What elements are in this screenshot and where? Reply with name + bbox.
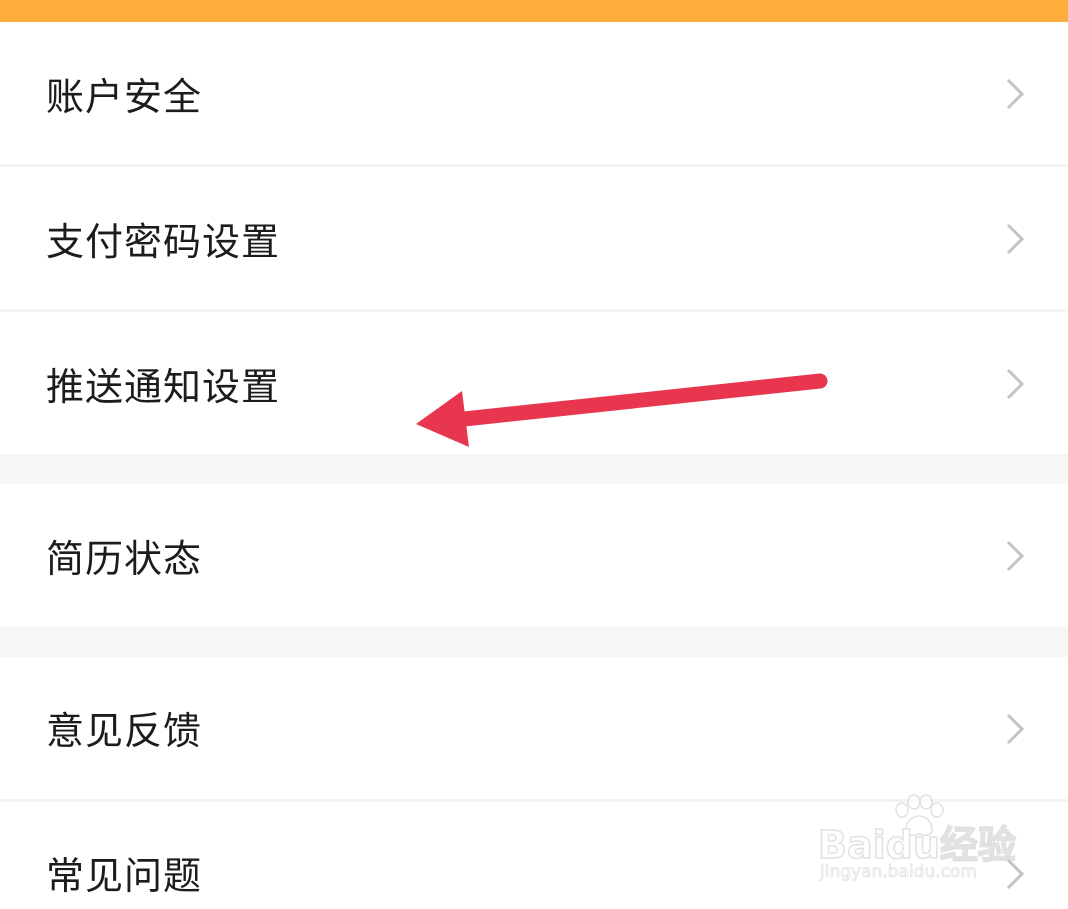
chevron-right-icon xyxy=(1006,223,1025,255)
chevron-right-icon xyxy=(1006,713,1025,745)
watermark-url: jingyan.baidu.com xyxy=(820,862,978,883)
menu-item-label: 常见问题 xyxy=(46,854,203,898)
menu-item-push-notifications[interactable]: 推送通知设置 xyxy=(0,312,1068,454)
section-gap xyxy=(0,454,1068,484)
top-bar xyxy=(0,0,1068,22)
menu-item-feedback[interactable]: 意见反馈 xyxy=(0,657,1068,799)
menu-item-label: 推送通知设置 xyxy=(46,365,281,409)
menu-item-resume-status[interactable]: 简历状态 xyxy=(0,484,1068,627)
chevron-right-icon xyxy=(1006,540,1025,572)
watermark-brand: Baidu经验 xyxy=(817,822,1016,868)
chevron-right-icon xyxy=(1006,78,1025,110)
menu-item-account-security[interactable]: 账户安全 xyxy=(0,24,1068,164)
menu-item-label: 账户安全 xyxy=(46,75,203,119)
menu-item-label: 支付密码设置 xyxy=(46,220,281,264)
menu-item-label: 简历状态 xyxy=(46,537,203,581)
menu-item-payment-password[interactable]: 支付密码设置 xyxy=(0,167,1068,309)
section-gap xyxy=(0,627,1068,657)
settings-page: 账户安全 支付密码设置 推送通知设置 简历状态 意见反馈 常见问题 Baidu经… xyxy=(0,0,1068,909)
menu-item-label: 意见反馈 xyxy=(46,709,203,753)
chevron-right-icon xyxy=(1006,368,1025,400)
baidu-watermark: Baidu经验 jingyan.baidu.com xyxy=(817,794,1018,888)
